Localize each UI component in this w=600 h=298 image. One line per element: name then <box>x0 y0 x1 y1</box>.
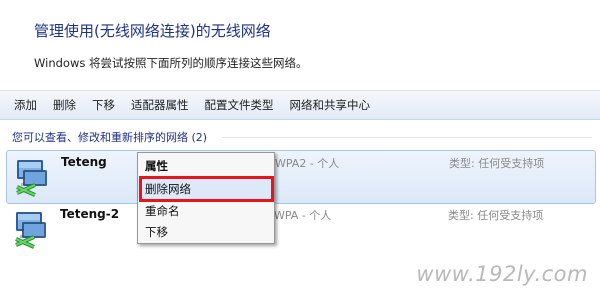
context-menu-rename[interactable]: 重命名 <box>138 201 274 221</box>
network-security: WPA - 个人 <box>274 209 332 222</box>
profile-type-button[interactable]: 配置文件类型 <box>197 97 282 113</box>
network-sharing-center-button[interactable]: 网络和共享中心 <box>282 97 379 113</box>
page-title: 管理使用(无线网络连接)的无线网络 <box>34 22 271 40</box>
network-row-teteng-2[interactable]: Teteng-2 WPA - 个人 类型: 任何受支持项 <box>6 203 596 257</box>
wireless-network-icon <box>16 160 47 197</box>
context-menu-move-down[interactable]: 下移 <box>138 222 274 242</box>
watermark: www.192ly.com <box>416 262 588 286</box>
move-down-button[interactable]: 下移 <box>84 97 123 113</box>
network-security: WPA2 - 个人 <box>275 157 340 170</box>
context-menu-properties[interactable]: 属性 <box>138 156 274 176</box>
network-name: Teteng <box>61 155 107 169</box>
delete-button[interactable]: 删除 <box>45 97 84 113</box>
context-menu-delete-network[interactable]: 删除网络 <box>138 179 274 199</box>
context-menu: 属性 删除网络 重命名 下移 <box>137 152 275 244</box>
network-type: 类型: 任何受支持项 <box>449 157 545 170</box>
toolbar: 添加 删除 下移 适配器属性 配置文件类型 网络和共享中心 <box>0 90 600 120</box>
page-description: Windows 将尝试按照下面所列的顺序连接这些网络。 <box>34 56 308 70</box>
section-divider <box>222 137 592 138</box>
wireless-network-icon <box>15 212 46 249</box>
network-type: 类型: 任何受支持项 <box>448 209 544 222</box>
section-header: 您可以查看、修改和重新排序的网络 (2) <box>12 131 208 144</box>
network-row-teteng[interactable]: Teteng WPA2 - 个人 类型: 任何受支持项 <box>6 150 596 204</box>
network-name: Teteng-2 <box>60 207 120 221</box>
add-button[interactable]: 添加 <box>6 97 45 113</box>
adapter-properties-button[interactable]: 适配器属性 <box>123 97 197 113</box>
